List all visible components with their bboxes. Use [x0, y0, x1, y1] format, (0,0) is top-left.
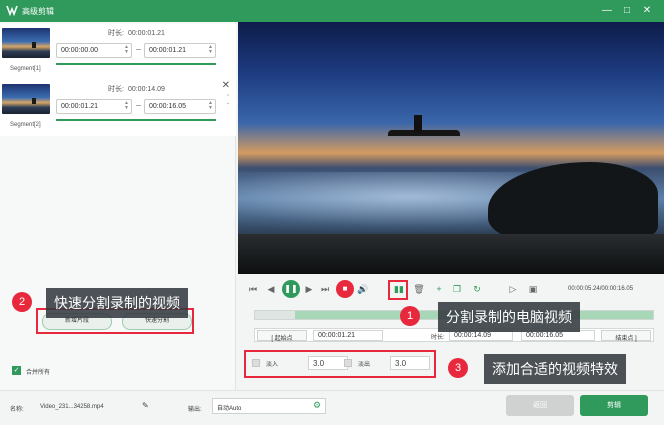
skip-end-icon[interactable]: ⏭ — [318, 282, 332, 296]
name-label: 名称: — [10, 407, 24, 413]
segment-thumbnail — [2, 84, 50, 114]
annotation-badge-1: 1 — [400, 306, 420, 326]
segment-end-field[interactable]: 00:00:01.21 ▲ ▼ — [144, 43, 216, 58]
segment-label: Segment[2] — [10, 122, 41, 128]
volume-icon[interactable]: 🔊 — [356, 282, 370, 296]
skip-start-icon[interactable]: ⏮ — [246, 282, 260, 296]
app-logo-icon — [6, 5, 18, 17]
segment-label: Segment[1] — [10, 66, 41, 72]
stop-icon[interactable]: ■ — [336, 280, 354, 298]
segment-item[interactable]: Segment[2] 时长: 00:00:14.09 00:00:01.21 ▲ ▼ … — [0, 80, 236, 136]
rotate-icon[interactable]: ↻ — [470, 282, 484, 296]
segment-duration: 时长: 00:00:14.09 — [108, 86, 165, 93]
segment-progress — [56, 63, 216, 65]
play-pause-icon[interactable]: ❚❚ — [282, 280, 300, 298]
time-readout: 00:00:05.24/00:00:16.05 — [568, 286, 634, 292]
annotation-badge-3: 3 — [448, 358, 468, 378]
end-point-button[interactable]: 结束点 ] — [601, 330, 651, 342]
footer-bar: 名称: Video_231...34258.mp4 ✎ 输出: 自动Auto ⚙… — [0, 390, 664, 425]
merge-all-label: 合并所有 — [26, 370, 51, 376]
edit-icon[interactable]: ✎ — [142, 401, 149, 410]
annotation-callout-3: 添加合适的视频特效 — [484, 354, 626, 384]
split-highlight — [388, 280, 408, 300]
annotation-callout-2: 快速分割录制的视频 — [46, 288, 188, 318]
maximize-icon[interactable]: □ — [620, 4, 634, 18]
crop-icon[interactable]: ▷ — [506, 282, 520, 296]
title-bar: 高级剪辑 — □ ✕ — [0, 0, 664, 22]
output-select[interactable]: 自动Auto — [212, 398, 326, 414]
segment-item[interactable]: Segment[1] 时长: 00:00:01.21 00:00:00.00 ▲ ▼ … — [0, 24, 236, 80]
close-icon[interactable]: ✕ — [640, 4, 654, 18]
file-name: Video_231...34258.mp4 — [40, 404, 104, 410]
segment-end-field[interactable]: 00:00:16.05 ▲ ▼ — [144, 99, 216, 114]
annotation-callout-1: 分割录制的电脑视频 — [438, 302, 580, 332]
reorder-arrows-icon[interactable]: ⌃ ⌄ — [226, 94, 230, 106]
remove-segment-icon[interactable]: ✕ — [222, 80, 230, 91]
output-label: 输出: — [188, 407, 202, 413]
start-time-field[interactable]: 00:00:01.21 — [313, 330, 383, 341]
delete-icon[interactable]: 🗑 — [412, 282, 426, 296]
start-point-button[interactable]: [ 起始点 — [257, 330, 307, 342]
annotation-badge-2: 2 — [12, 292, 32, 312]
segment-start-field[interactable]: 00:00:01.21 ▲ ▼ — [56, 99, 132, 114]
segment-progress — [56, 119, 216, 121]
segment-thumbnail — [2, 28, 50, 58]
video-preview[interactable] — [238, 22, 664, 274]
next-frame-icon[interactable]: ▶ — [302, 282, 316, 296]
settings-icon[interactable]: ⚙ — [313, 400, 321, 411]
window-title: 高级剪辑 — [22, 7, 54, 16]
segment-start-field[interactable]: 00:00:00.00 ▲ ▼ — [56, 43, 132, 58]
merge-all-checkbox[interactable]: ✓ — [12, 366, 21, 375]
back-button[interactable]: 返回 — [506, 395, 574, 416]
snapshot-icon[interactable]: ▣ — [526, 282, 540, 296]
range-dash — [136, 49, 141, 50]
segment-duration: 时长: 00:00:01.21 — [108, 30, 165, 37]
effects-highlight — [244, 350, 436, 378]
prev-frame-icon[interactable]: ◀ — [264, 282, 278, 296]
segment-panel: Segment[1] 时长: 00:00:01.21 00:00:00.00 ▲ ▼ … — [0, 22, 236, 390]
minimize-icon[interactable]: — — [600, 4, 614, 18]
duration-label: 时长: — [431, 335, 445, 341]
range-dash — [136, 105, 141, 106]
cut-button[interactable]: 剪辑 — [580, 395, 648, 416]
add-icon[interactable]: + — [432, 282, 446, 296]
copy-icon[interactable]: ❐ — [450, 282, 464, 296]
